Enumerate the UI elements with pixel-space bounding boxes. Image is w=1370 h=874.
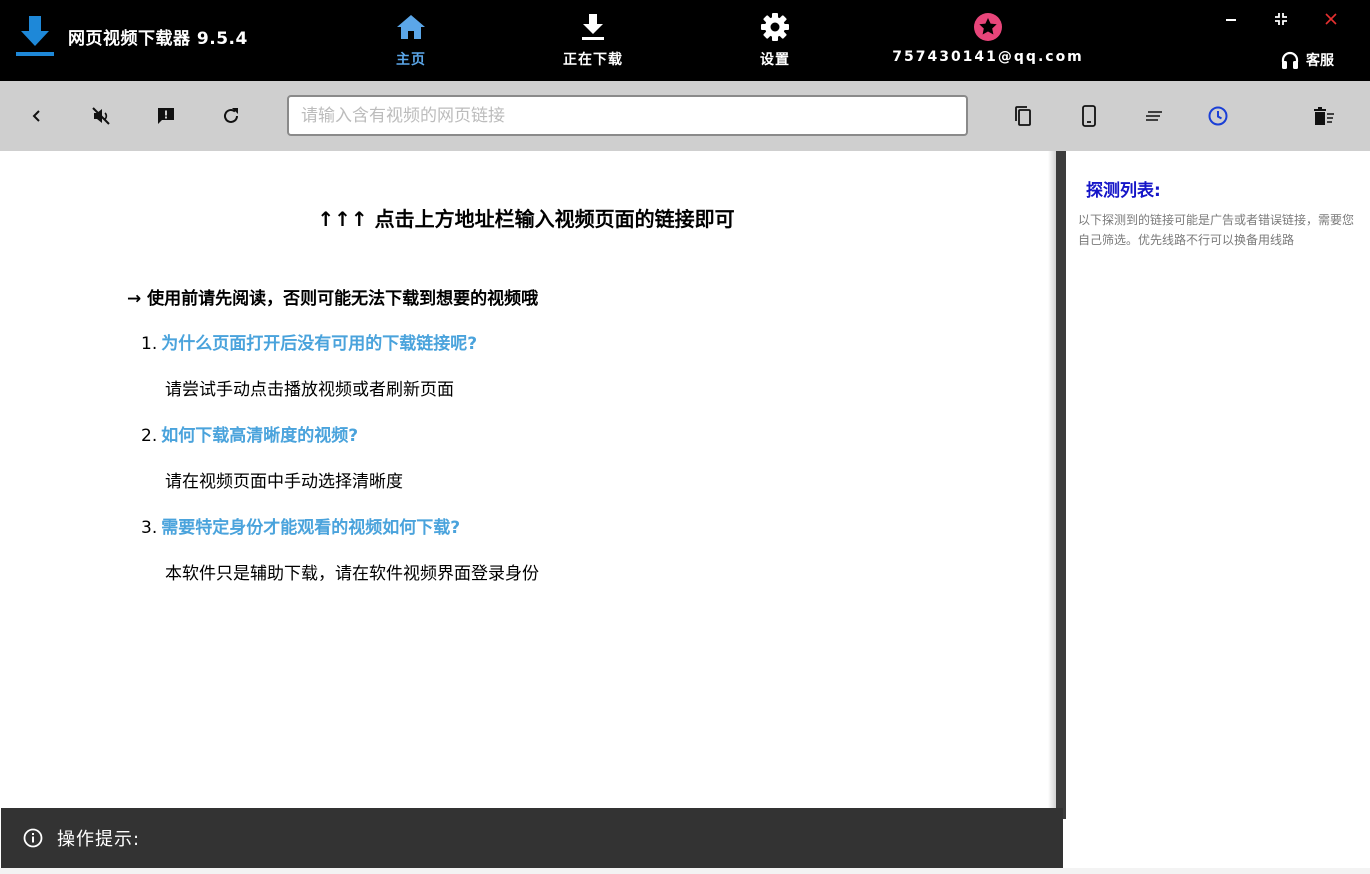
faq-answer: 本软件只是辅助下载，请在软件视频界面登录身份 xyxy=(165,564,539,584)
faq-number: 1. xyxy=(141,334,158,354)
faq-question-link[interactable]: 1. 为什么页面打开后没有可用的下载链接呢? xyxy=(141,329,941,354)
nav-home-label: 主页 xyxy=(396,52,426,68)
nav-settings[interactable]: 设置 xyxy=(747,12,803,74)
browser-toolbar xyxy=(0,81,1370,151)
nav-downloading[interactable]: 正在下载 xyxy=(548,12,638,74)
info-icon xyxy=(23,828,43,848)
panel-title: 探测列表: xyxy=(1086,181,1161,201)
trash-icon xyxy=(1314,107,1334,125)
nav-settings-label: 设置 xyxy=(760,52,790,68)
bottom-strip xyxy=(0,868,1370,874)
content-area: ↑↑↑ 点击上方地址栏输入视频页面的链接即可 → 使用前请先阅读，否则可能无法下… xyxy=(1,151,1056,808)
faq-item: 2. 如何下载高清晰度的视频? 请在视频页面中手动选择清晰度 xyxy=(141,421,941,492)
clock-icon xyxy=(1208,106,1228,126)
clear-button[interactable] xyxy=(1311,103,1337,129)
nav-home[interactable]: 主页 xyxy=(383,12,439,74)
mobile-icon xyxy=(1082,105,1096,127)
app-window: 网页视频下载器 9.5.4 主页 正在下载 设置 757430141@qq.co… xyxy=(0,0,1370,874)
faq-number: 2. xyxy=(141,426,158,446)
mute-icon xyxy=(92,107,110,125)
faq-answer: 请在视频页面中手动选择清晰度 xyxy=(165,472,403,492)
chevron-left-icon xyxy=(32,110,40,122)
url-box xyxy=(287,95,968,136)
panel-description: 以下探测到的链接可能是广告或者错误链接，需要您自己筛选。优先线路不行可以换备用线… xyxy=(1078,213,1355,247)
faq-question-link[interactable]: 3. 需要特定身份才能观看的视频如何下载? xyxy=(141,513,941,538)
star-badge-icon xyxy=(973,12,1003,42)
faq-question: 为什么页面打开后没有可用的下载链接呢? xyxy=(161,334,478,354)
brand: 网页视频下载器 9.5.4 xyxy=(14,14,248,58)
nav-downloading-label: 正在下载 xyxy=(563,52,623,68)
feedback-icon xyxy=(158,108,174,124)
gear-icon xyxy=(760,12,790,42)
faq-question: 需要特定身份才能观看的视频如何下载? xyxy=(161,518,461,538)
refresh-icon xyxy=(224,108,238,123)
divider-shadow xyxy=(1048,151,1056,819)
headset-icon xyxy=(1281,51,1299,69)
status-text: 操作提示: xyxy=(57,829,141,850)
minimize-button[interactable] xyxy=(1206,8,1256,30)
download-logo-icon xyxy=(16,16,54,56)
panel-splitter[interactable] xyxy=(1056,151,1066,819)
headline: ↑↑↑ 点击上方地址栏输入视频页面的链接即可 xyxy=(317,207,735,231)
faq-question: 如何下载高清晰度的视频? xyxy=(161,426,359,446)
copy-button[interactable] xyxy=(1010,103,1036,129)
minimize-icon xyxy=(1226,19,1236,21)
feedback-button[interactable] xyxy=(153,103,179,129)
history-button[interactable] xyxy=(1205,103,1231,129)
faq-number: 3. xyxy=(141,518,158,538)
status-bar: 操作提示: xyxy=(1,808,1063,868)
app-title: 网页视频下载器 9.5.4 xyxy=(68,28,248,49)
back-button[interactable] xyxy=(24,103,50,129)
close-button[interactable] xyxy=(1306,8,1356,30)
download-icon xyxy=(578,12,608,42)
account-email: 757430141@qq.com xyxy=(892,49,1084,65)
intro-text: → 使用前请先阅读，否则可能无法下载到想要的视频哦 xyxy=(127,289,539,309)
url-input[interactable] xyxy=(289,97,966,134)
fullscreen-icon xyxy=(1275,13,1287,25)
list-icon xyxy=(1146,111,1162,121)
faq-answer: 请尝试手动点击播放视频或者刷新页面 xyxy=(165,380,454,400)
window-controls xyxy=(1206,8,1356,30)
mute-button[interactable] xyxy=(88,103,114,129)
close-icon xyxy=(1325,13,1337,25)
copy-icon xyxy=(1015,106,1031,126)
faq-question-link[interactable]: 2. 如何下载高清晰度的视频? xyxy=(141,421,941,446)
support-label: 客服 xyxy=(1306,53,1334,69)
title-bar: 网页视频下载器 9.5.4 主页 正在下载 设置 757430141@qq.co… xyxy=(0,0,1370,81)
support-button[interactable]: 客服 xyxy=(1280,50,1334,70)
home-icon xyxy=(396,12,426,42)
list-button[interactable] xyxy=(1141,103,1167,129)
detection-panel: 探测列表: 以下探测到的链接可能是广告或者错误链接，需要您自己筛选。优先线路不行… xyxy=(1066,151,1370,868)
fullscreen-button[interactable] xyxy=(1256,8,1306,30)
mobile-mode-button[interactable] xyxy=(1076,103,1102,129)
nav-account[interactable]: 757430141@qq.com xyxy=(892,12,1084,74)
faq-item: 1. 为什么页面打开后没有可用的下载链接呢? 请尝试手动点击播放视频或者刷新页面 xyxy=(141,329,941,400)
faq-item: 3. 需要特定身份才能观看的视频如何下载? 本软件只是辅助下载，请在软件视频界面登… xyxy=(141,513,941,584)
refresh-button[interactable] xyxy=(218,103,244,129)
